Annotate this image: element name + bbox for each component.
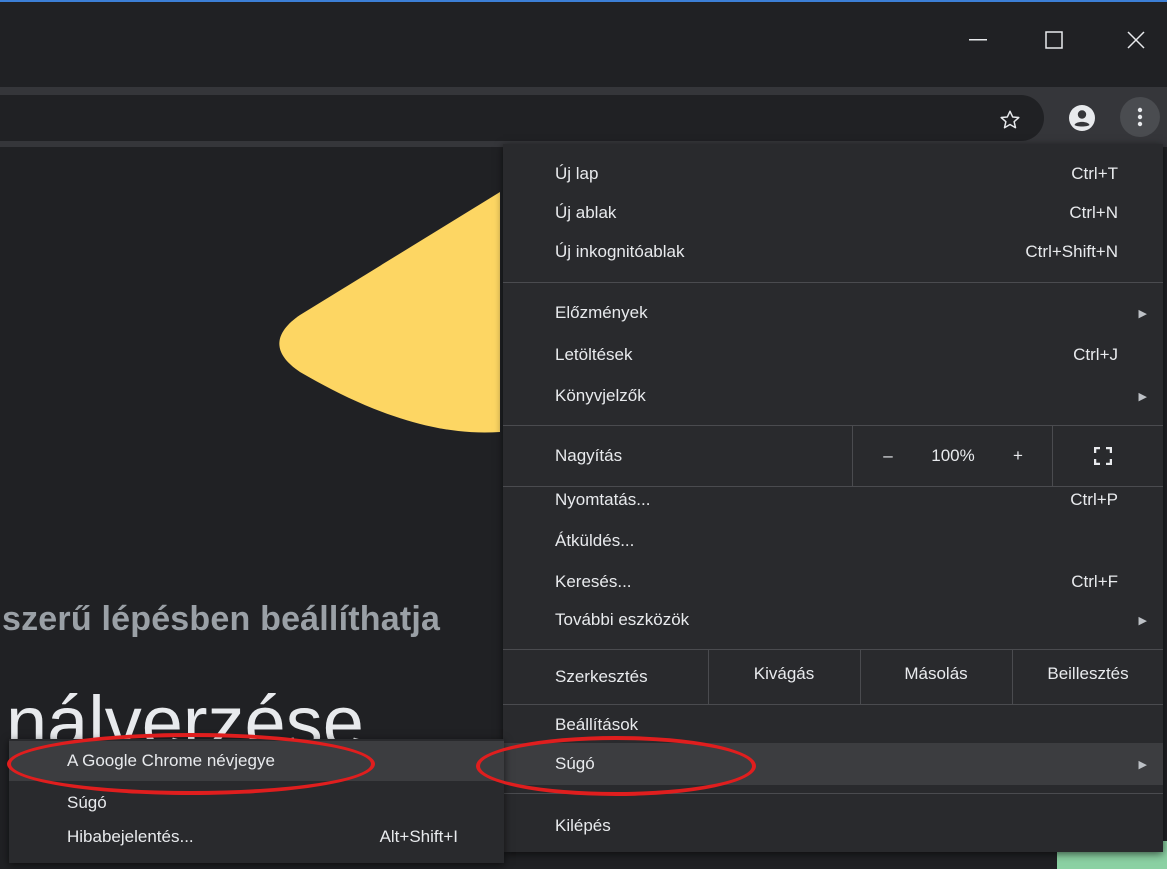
menu-item-label: Letöltések [555,345,633,364]
yellow-illustration [279,192,500,433]
annotation-ellipse-about [7,733,375,795]
menu-item-label: Hibabejelentés... [67,827,194,846]
chevron-right-icon: ▶ [1138,614,1147,627]
close-icon[interactable] [1116,24,1156,56]
menu-item-label: Beállítások [555,715,639,734]
menu-item-downloads[interactable]: Letöltések Ctrl+J [503,337,1163,373]
menu-zoom-row: Nagyítás – 100% + [503,426,1163,486]
menu-item-label: Új ablak [555,203,617,222]
chevron-right-icon: ▶ [1138,307,1147,320]
chevron-right-icon: ▶ [1138,758,1147,771]
page-heading: szerű lépésben beállíthatja [2,600,441,638]
zoom-in-button[interactable]: + [998,426,1038,486]
browser-toolbar [0,87,1167,147]
menu-item-shortcut: Ctrl+J [1073,345,1118,364]
menu-item-label: Keresés... [555,572,632,591]
menu-cell-divider [1052,426,1053,486]
menu-item-label: Új lap [555,164,599,183]
cut-button[interactable]: Kivágás [709,649,859,699]
menu-item-edit-label: Szerkesztés [555,666,648,686]
menu-item-shortcut: Ctrl+Shift+N [1025,242,1118,261]
star-icon[interactable] [996,106,1024,134]
menu-item-label: További eszközök [555,610,690,629]
menu-item-shortcut: Ctrl+N [1069,203,1118,222]
menu-item-label: Nyomtatás... [555,490,651,509]
paste-button[interactable]: Beillesztés [1013,649,1163,699]
menu-separator [503,282,1163,283]
menu-item-label: Átküldés... [555,531,635,550]
menu-cell-divider [852,426,853,486]
menu-item-shortcut: Ctrl+T [1071,164,1118,183]
menu-edit-row: Szerkesztés Kivágás Másolás Beillesztés [503,649,1163,704]
annotation-ellipse-help [476,736,756,796]
menu-item-label: Kilépés [555,816,611,835]
minimize-icon[interactable] [958,24,998,56]
zoom-level-value: 100% [931,446,975,465]
menu-item-print[interactable]: Nyomtatás... Ctrl+P [503,482,1163,518]
chevron-right-icon: ▶ [1138,390,1147,403]
menu-item-find[interactable]: Keresés... Ctrl+F [503,564,1163,600]
account-icon[interactable] [1065,101,1099,135]
menu-item-new-tab[interactable]: Új lap Ctrl+T [503,156,1163,192]
menu-item-incognito[interactable]: Új inkognitóablak Ctrl+Shift+N [503,234,1163,270]
submenu-item-report-issue[interactable]: Hibabejelentés... Alt+Shift+I [9,819,504,855]
menu-separator [503,704,1163,705]
menu-item-shortcut: Alt+Shift+I [379,827,458,846]
menu-item-cast[interactable]: Átküldés... [503,523,1163,559]
menu-item-bookmarks[interactable]: Könyvjelzők ▶ [503,378,1163,414]
zoom-out-button[interactable]: – [868,426,908,486]
address-bar[interactable] [0,95,1044,141]
copy-button[interactable]: Másolás [861,649,1011,699]
menu-item-new-window[interactable]: Új ablak Ctrl+N [503,195,1163,231]
menu-item-exit[interactable]: Kilépés [503,808,1163,844]
menu-item-label: Előzmények [555,303,648,322]
title-bar [0,2,1167,87]
menu-item-zoom-label: Nagyítás [555,446,623,465]
more-vert-icon[interactable] [1120,97,1160,137]
menu-item-shortcut: Ctrl+F [1071,572,1118,591]
menu-item-history[interactable]: Előzmények ▶ [503,295,1163,331]
menu-item-label: Súgó [67,793,107,812]
maximize-icon[interactable] [1034,24,1074,56]
menu-item-shortcut: Ctrl+P [1070,490,1118,509]
menu-item-more-tools[interactable]: További eszközök ▶ [503,602,1163,638]
menu-item-label: Könyvjelzők [555,386,646,405]
fullscreen-icon[interactable] [1073,426,1133,486]
menu-item-label: Új inkognitóablak [555,242,685,261]
